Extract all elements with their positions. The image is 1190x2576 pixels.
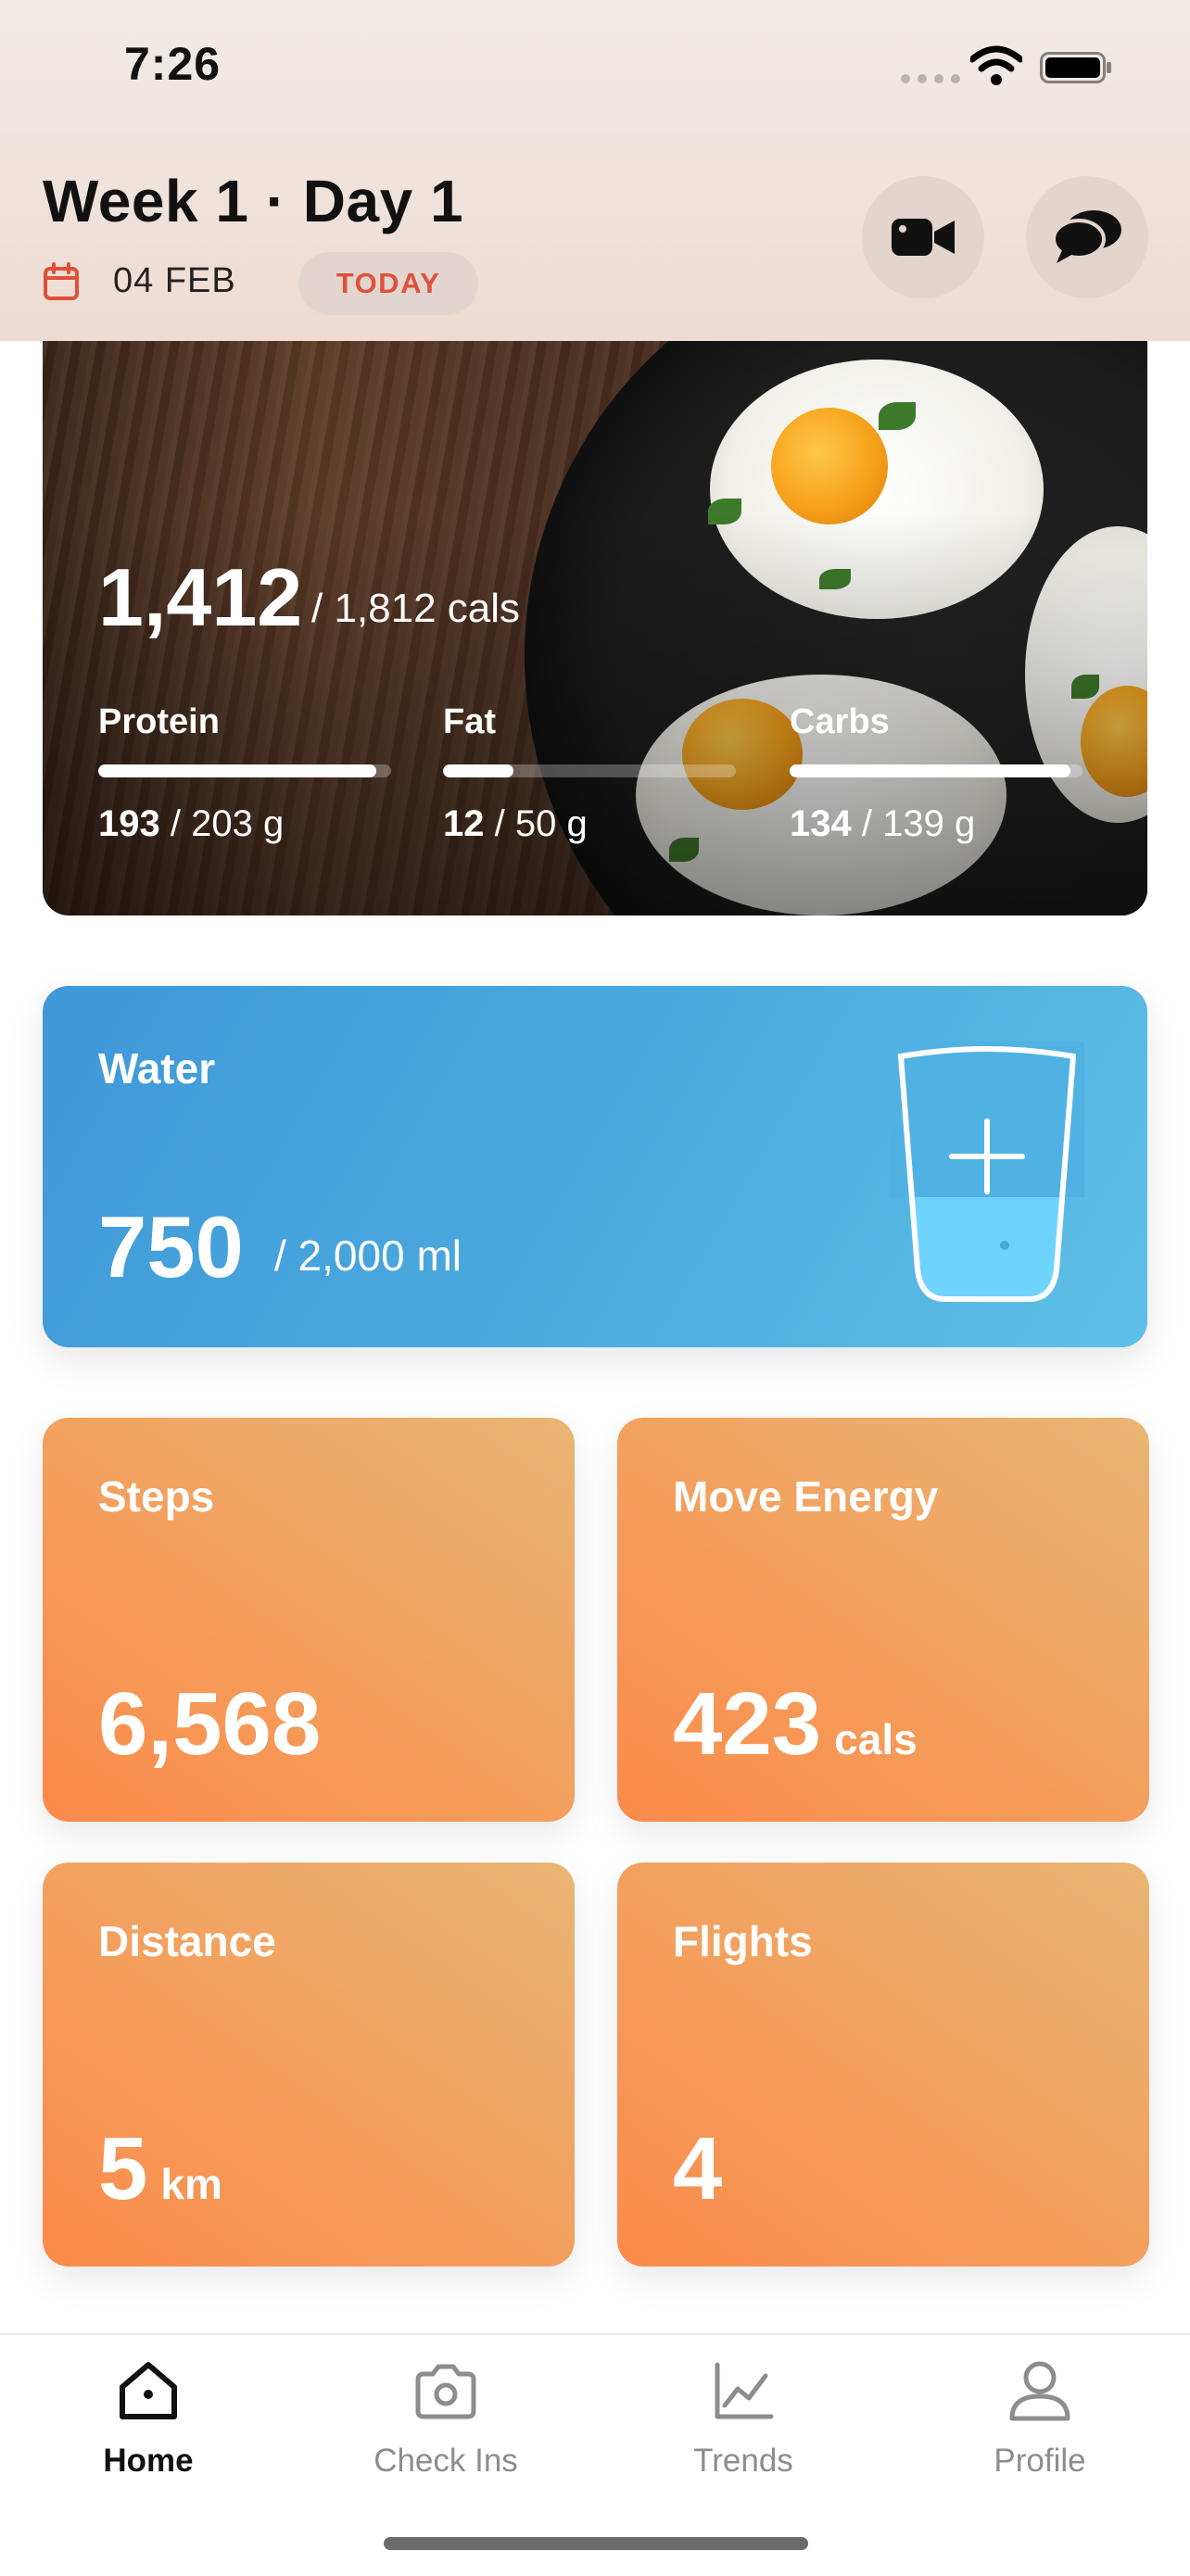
tab-trends[interactable]: Trends	[604, 2335, 882, 2520]
tab-profile[interactable]: Profile	[901, 2335, 1179, 2520]
flights-number: 4	[673, 2119, 723, 2218]
current-date[interactable]: 04 FEB	[113, 261, 236, 301]
home-icon	[120, 2362, 177, 2419]
chat-bubbles-icon	[1052, 210, 1121, 263]
tab-label: Home	[103, 2443, 194, 2479]
macro-current: 12	[443, 803, 485, 844]
carbs-progress-bar	[790, 764, 1082, 777]
add-water-button[interactable]	[890, 1042, 1084, 1303]
distance-card[interactable]: Distance 5 km	[43, 1863, 575, 2267]
move-energy-label: Move Energy	[673, 1472, 939, 1521]
macro-goal: / 203 g	[170, 803, 285, 844]
calories-goal: / 1,812 cals	[311, 586, 521, 631]
water-value: 750	[98, 1198, 244, 1295]
distance-number: 5	[98, 2119, 148, 2218]
video-call-button[interactable]	[862, 176, 984, 298]
water-card[interactable]: Water 750 / 2,000 ml	[43, 986, 1147, 1347]
steps-number: 6,568	[98, 1674, 322, 1774]
macro-carbs: Carbs 134 / 139 g	[790, 702, 1082, 845]
cellular-signal-icon	[901, 74, 960, 83]
tab-label: Profile	[994, 2443, 1086, 2479]
macro-fill	[98, 764, 377, 777]
protein-progress-bar	[98, 764, 391, 777]
macro-value: 134 / 139 g	[790, 803, 1082, 845]
steps-label: Steps	[98, 1472, 215, 1521]
water-goal: / 2,000 ml	[274, 1231, 462, 1280]
macro-protein: Protein 193 / 203 g	[98, 702, 391, 845]
tab-check-ins[interactable]: Check Ins	[307, 2335, 585, 2520]
macro-value: 12 / 50 g	[443, 803, 736, 845]
person-icon	[1009, 2361, 1070, 2421]
macro-label: Fat	[443, 702, 496, 741]
calendar-icon	[44, 262, 79, 300]
tab-label: Trends	[693, 2443, 793, 2479]
distance-label: Distance	[98, 1917, 276, 1965]
macro-fill	[443, 764, 513, 777]
steps-value: 6,568	[98, 1673, 321, 1775]
home-indicator[interactable]	[384, 2537, 808, 2550]
macro-current: 193	[98, 803, 160, 844]
status-time: 7:26	[124, 38, 222, 90]
macro-label: Protein	[98, 702, 220, 741]
tab-label: Check Ins	[373, 2443, 518, 2479]
macro-goal: / 139 g	[861, 803, 976, 844]
water-label: Water	[98, 1044, 216, 1092]
distance-value: 5 km	[98, 2118, 222, 2220]
macro-label: Carbs	[790, 702, 890, 741]
macro-fill	[790, 764, 1071, 777]
macro-value: 193 / 203 g	[98, 803, 391, 845]
chart-icon	[715, 2362, 774, 2419]
page-title: Week 1 · Day 1	[43, 168, 464, 234]
move-energy-card[interactable]: Move Energy 423 cals	[617, 1418, 1149, 1822]
macro-current: 134	[790, 803, 852, 844]
macro-goal: / 50 g	[494, 803, 588, 844]
move-energy-unit: cals	[834, 1715, 918, 1763]
move-energy-number: 423	[673, 1674, 822, 1774]
distance-unit: km	[160, 2160, 222, 2208]
camera-icon	[415, 2364, 476, 2419]
flights-label: Flights	[673, 1917, 813, 1965]
move-energy-value: 423 cals	[673, 1673, 918, 1775]
flights-value: 4	[673, 2118, 722, 2220]
today-button[interactable]: TODAY	[298, 252, 478, 315]
wifi-icon	[970, 45, 1022, 85]
fat-progress-bar	[443, 764, 736, 777]
nutrition-card[interactable]: 1,412 / 1,812 cals Protein 193 / 203 g F…	[43, 341, 1147, 915]
video-camera-icon	[892, 219, 955, 256]
tab-home[interactable]: Home	[9, 2335, 287, 2520]
macro-fat: Fat 12 / 50 g	[443, 702, 736, 845]
steps-card[interactable]: Steps 6,568	[43, 1418, 575, 1822]
chat-button[interactable]	[1026, 176, 1148, 298]
flights-card[interactable]: Flights 4	[617, 1863, 1149, 2267]
battery-icon	[1040, 52, 1111, 83]
calories-eaten: 1,412	[98, 551, 303, 643]
